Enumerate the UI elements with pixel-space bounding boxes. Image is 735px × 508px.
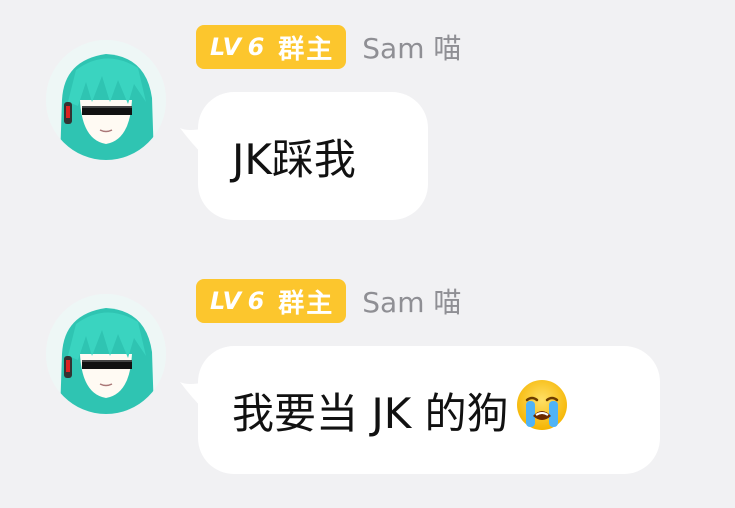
level-number: 6: [247, 287, 265, 315]
level-badge: LV 6 群主: [196, 25, 347, 69]
message-bubble[interactable]: JK踩我: [198, 92, 428, 220]
avatar[interactable]: [46, 294, 166, 414]
role-label: 群主: [278, 288, 335, 319]
message-text: 我要当 JK 的狗: [232, 388, 509, 438]
message-header: LV 6 群主 Sam 喵: [196, 278, 461, 324]
role-label: 群主: [278, 34, 335, 65]
sender-nickname[interactable]: Sam 喵: [362, 27, 461, 67]
level-number: 6: [247, 33, 265, 61]
message-bubble[interactable]: 我要当 JK 的狗: [198, 346, 660, 474]
loudly-crying-face-icon: [515, 378, 569, 442]
level-prefix: LV: [210, 287, 242, 315]
chat-message: LV 6 群主 Sam 喵 JK踩我: [0, 0, 735, 250]
avatar-image: [46, 294, 166, 414]
level-prefix: LV: [210, 33, 242, 61]
avatar[interactable]: [46, 40, 166, 160]
chat-message: LV 6 群主 Sam 喵 我要当 JK 的狗: [0, 254, 735, 504]
sender-nickname[interactable]: Sam 喵: [362, 281, 461, 321]
message-header: LV 6 群主 Sam 喵: [196, 24, 461, 70]
message-text: JK踩我: [232, 134, 356, 184]
avatar-image: [46, 40, 166, 160]
level-badge: LV 6 群主: [196, 279, 347, 323]
